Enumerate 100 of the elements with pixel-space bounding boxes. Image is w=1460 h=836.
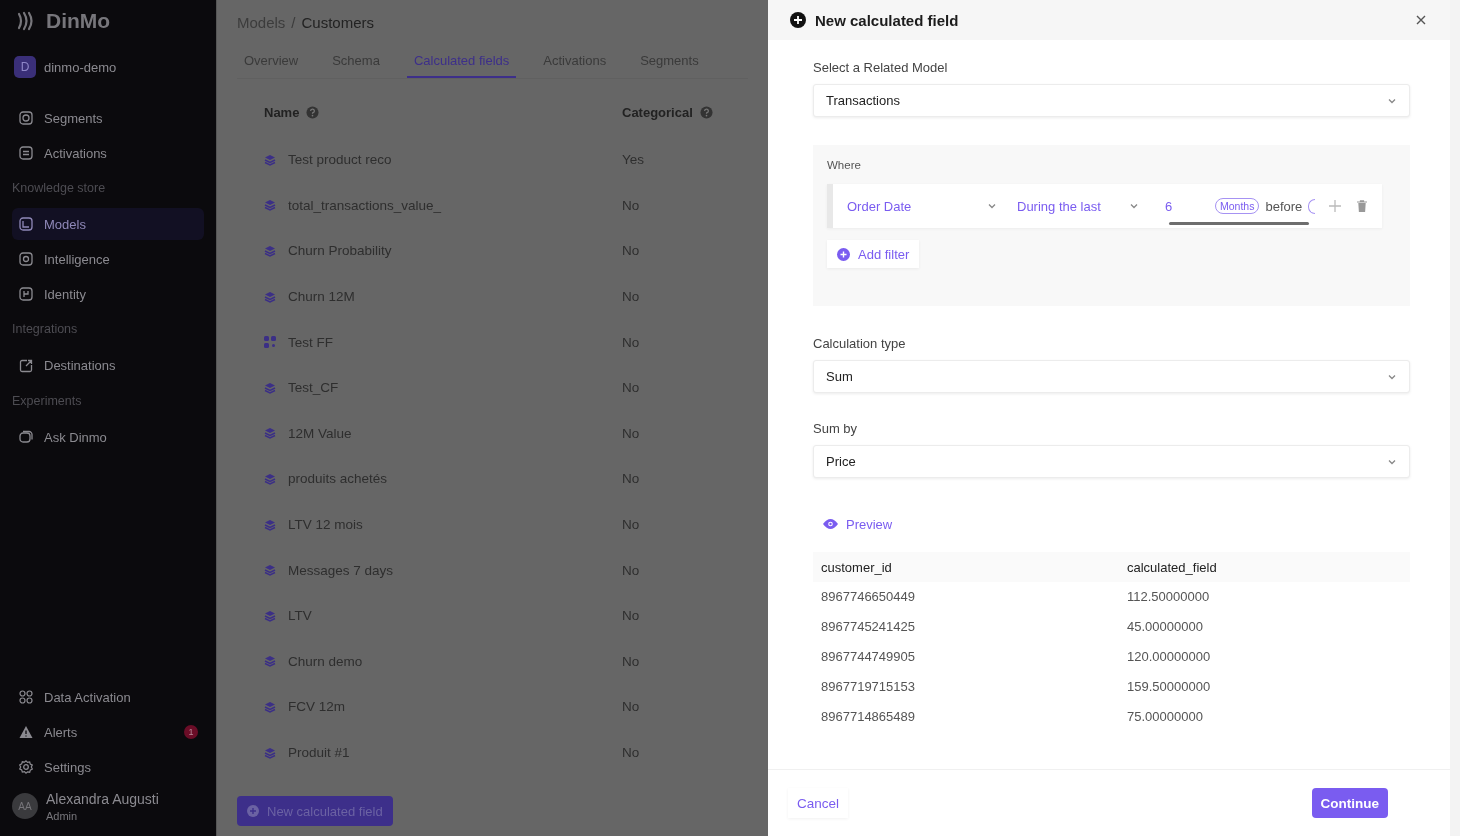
table-cell: produits achetés [288, 471, 388, 487]
nav-item[interactable]: Alerts 1 [12, 716, 204, 748]
value-input[interactable]: 6 [1165, 198, 1215, 214]
table-cell: Test FF [288, 334, 333, 350]
continue-button[interactable]: Continue [1311, 788, 1388, 818]
chat-icon [18, 429, 34, 446]
plus-circle-icon [790, 12, 806, 28]
table-cell: No [622, 608, 640, 624]
plus-icon [1329, 200, 1342, 212]
table-cell-text: 8967719715153 [820, 677, 916, 696]
column-header: Name [264, 104, 300, 120]
help-icon[interactable] [699, 105, 713, 119]
close-icon [1416, 15, 1426, 25]
table-cell-text: 112.50000000 [1126, 588, 1211, 607]
table-cell: Yes [622, 152, 645, 168]
grid-icon [18, 689, 34, 705]
grid-icon [264, 336, 276, 349]
table-cell: LTV [288, 608, 312, 624]
user-avatar[interactable]: AA [12, 793, 38, 819]
chart-icon [18, 216, 34, 233]
scrollbar[interactable] [1169, 222, 1309, 225]
eye-icon [823, 519, 838, 529]
column-header: Categorical [622, 104, 693, 120]
help-icon[interactable] [306, 105, 320, 119]
table-cell: No [622, 289, 640, 305]
nav-section-label: Integrations [12, 321, 79, 339]
table-cell-text: 8967746650449 [820, 588, 916, 607]
table-cell: No [622, 699, 640, 715]
nav-item[interactable]: Models [12, 208, 204, 241]
logo-text: DinMo [46, 9, 111, 33]
trash-icon [1357, 200, 1368, 212]
nav-item[interactable]: Data Activation [12, 681, 204, 713]
close-button[interactable] [1414, 13, 1428, 27]
layers-icon [264, 609, 276, 622]
table-cell: No [622, 745, 640, 760]
table-cell: 12M Value [288, 425, 352, 441]
table-cell: No [622, 334, 640, 350]
table-cell: Messages 7 days [288, 562, 394, 578]
breadcrumb-separator: / [291, 13, 296, 31]
relation-text: before [1265, 198, 1303, 214]
breadcrumb-current: Customers [301, 13, 375, 31]
nav-section-label: Experiments [12, 392, 83, 410]
sum-by-select[interactable]: Price [813, 445, 1410, 478]
layers-icon [264, 655, 276, 668]
cancel-button[interactable]: Cancel [788, 788, 849, 818]
nav-section-label: Knowledge store [12, 180, 107, 197]
nav-item[interactable]: Ask Dinmo [12, 421, 204, 454]
table-cell: Churn Probability [288, 243, 392, 259]
layers-icon [264, 472, 276, 485]
nav-item[interactable]: Settings [12, 751, 204, 783]
field-label: Select a Related Model [813, 60, 949, 75]
add-filter-button[interactable]: Add filter [827, 240, 920, 268]
table-cell: LTV 12 mois [288, 517, 363, 533]
field-label: Calculation type [813, 336, 907, 351]
layers-icon [264, 518, 276, 531]
delete-button[interactable] [1355, 198, 1370, 214]
nav-item[interactable]: Segments [12, 102, 204, 134]
table-cell: Churn demo [288, 653, 363, 669]
table-cell: No [622, 243, 640, 259]
nav-item[interactable]: Identity [12, 278, 204, 311]
table-cell: No [622, 380, 640, 396]
settings-icon [18, 759, 34, 775]
add-condition-button[interactable] [1327, 198, 1344, 214]
workspace-avatar: D [14, 56, 36, 78]
table-cell: No [622, 197, 640, 213]
table-cell-text: 45.00000000 [1126, 618, 1204, 637]
nav-item[interactable]: Activations [12, 137, 204, 169]
list-icon [18, 145, 34, 161]
nav-item-label: Data Activation [44, 689, 131, 705]
chevron-down-icon [1129, 201, 1139, 211]
nav-item[interactable]: Destinations [12, 349, 204, 382]
nav-item[interactable]: Intelligence [12, 243, 204, 276]
calculation-type-select[interactable]: Sum [813, 360, 1410, 393]
plus-circle-icon [837, 247, 850, 261]
operator-select[interactable]: During the last [1017, 198, 1139, 214]
workspace-name[interactable]: dinmo-demo [44, 59, 117, 75]
chevron-down-icon [987, 201, 997, 211]
field-select[interactable]: Order Date [847, 198, 997, 214]
table-cell: No [622, 425, 640, 441]
layers-icon [264, 153, 276, 166]
table-cell-text: 8967714865489 [820, 707, 916, 726]
table-cell: Churn 12M [288, 289, 355, 305]
table-cell: Test product reco [288, 152, 392, 168]
table-cell-text: 75.00000000 [1126, 707, 1204, 726]
layers-icon [264, 564, 276, 577]
layers-icon [264, 427, 276, 440]
table-cell-text: 159.50000000 [1126, 677, 1212, 696]
warning-icon [18, 724, 34, 740]
alert-count-badge: 1 [184, 725, 198, 739]
nav-item-label: Alerts [44, 724, 78, 740]
layers-icon [264, 245, 276, 257]
field-label: Sum by [813, 421, 859, 436]
column-header: calculated_field [1119, 552, 1410, 582]
layers-icon [264, 700, 276, 713]
table-cell: No [622, 562, 640, 578]
related-model-select[interactable]: Transactions [813, 84, 1410, 117]
user-role: Admin [46, 809, 79, 822]
where-label: Where [827, 159, 862, 171]
user-name: Alexandra Augusti [46, 790, 159, 807]
table-cell: No [622, 653, 640, 669]
